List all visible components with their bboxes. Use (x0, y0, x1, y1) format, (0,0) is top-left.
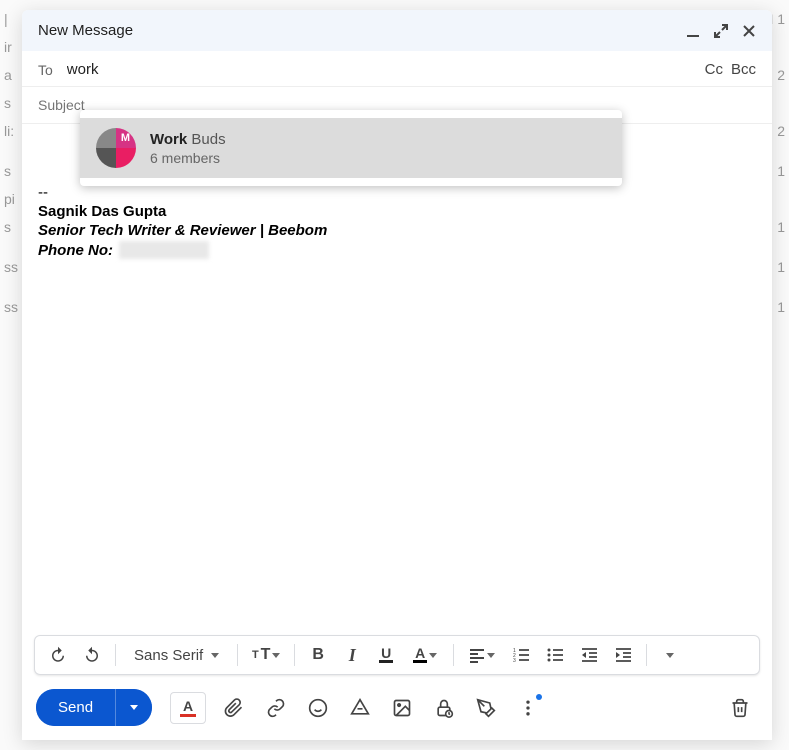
attach-file-icon[interactable] (216, 690, 252, 726)
compose-header: New Message (22, 10, 772, 51)
send-options-button[interactable] (115, 689, 152, 726)
align-icon[interactable] (462, 640, 502, 670)
chevron-down-icon (487, 653, 495, 658)
contact-suggestion-dropdown: Work Buds 6 members (80, 110, 622, 186)
signature-phone: Phone No: (38, 241, 756, 259)
formatting-toggle-icon[interactable]: A (170, 692, 206, 724)
signature-name: Sagnik Das Gupta (38, 203, 756, 220)
signature-phone-redacted (119, 241, 209, 259)
insert-signature-icon[interactable] (468, 690, 504, 726)
font-name: Sans Serif (134, 647, 203, 664)
chevron-down-icon (666, 653, 674, 658)
minimize-icon[interactable] (686, 24, 700, 38)
to-label: To (38, 62, 53, 78)
suggestion-text: Work Buds 6 members (150, 131, 606, 166)
chevron-down-icon (272, 653, 280, 658)
bottom-toolbar-icons: A (170, 690, 546, 726)
text-color-icon[interactable]: A (405, 640, 445, 670)
email-body[interactable]: -- Sagnik Das Gupta Senior Tech Writer &… (22, 124, 772, 635)
discard-draft-icon[interactable] (722, 690, 758, 726)
underline-icon[interactable]: U (371, 640, 401, 670)
format-toolbar: Sans Serif TT B I U A 123 (34, 635, 760, 675)
insert-photo-icon[interactable] (384, 690, 420, 726)
insert-link-icon[interactable] (258, 690, 294, 726)
signature-phone-label: Phone No: (38, 242, 113, 259)
bullet-list-icon[interactable] (540, 640, 570, 670)
svg-text:3: 3 (513, 658, 516, 664)
signature-separator: -- (38, 184, 756, 201)
chevron-down-icon (429, 653, 437, 658)
bcc-button[interactable]: Bcc (731, 61, 756, 78)
compose-window: New Message To Cc Bcc Work (22, 10, 772, 740)
compose-bottom-bar: Send A (22, 675, 772, 740)
more-options-icon[interactable] (510, 690, 546, 726)
compose-title: New Message (38, 22, 133, 39)
italic-icon[interactable]: I (337, 640, 367, 670)
insert-drive-icon[interactable] (342, 690, 378, 726)
contact-suggestion-item[interactable]: Work Buds 6 members (80, 118, 622, 178)
group-avatar-icon (96, 128, 136, 168)
indent-more-icon[interactable] (608, 640, 638, 670)
chevron-down-icon (130, 705, 138, 710)
chevron-down-icon (211, 653, 219, 658)
confidential-mode-icon[interactable] (426, 690, 462, 726)
suggestion-subtitle: 6 members (150, 150, 606, 166)
signature-title: Senior Tech Writer & Reviewer | Beebom (38, 222, 756, 239)
insert-emoji-icon[interactable] (300, 690, 336, 726)
numbered-list-icon[interactable]: 123 (506, 640, 536, 670)
undo-icon[interactable] (43, 640, 73, 670)
redo-icon[interactable] (77, 640, 107, 670)
more-format-icon[interactable] (655, 640, 685, 670)
to-input[interactable] (67, 61, 705, 78)
close-icon[interactable] (742, 24, 756, 38)
cc-button[interactable]: Cc (705, 61, 723, 78)
suggestion-name: Work Buds (150, 131, 606, 148)
indent-less-icon[interactable] (574, 640, 604, 670)
bold-icon[interactable]: B (303, 640, 333, 670)
send-button[interactable]: Send (36, 689, 115, 726)
font-selector[interactable]: Sans Serif (124, 647, 229, 664)
fullscreen-icon[interactable] (714, 24, 728, 38)
send-button-group: Send (36, 689, 152, 726)
window-controls (686, 24, 756, 38)
notification-dot-icon (536, 694, 542, 700)
recipients-row: To Cc Bcc (22, 51, 772, 87)
font-size-icon[interactable]: TT (246, 640, 286, 670)
